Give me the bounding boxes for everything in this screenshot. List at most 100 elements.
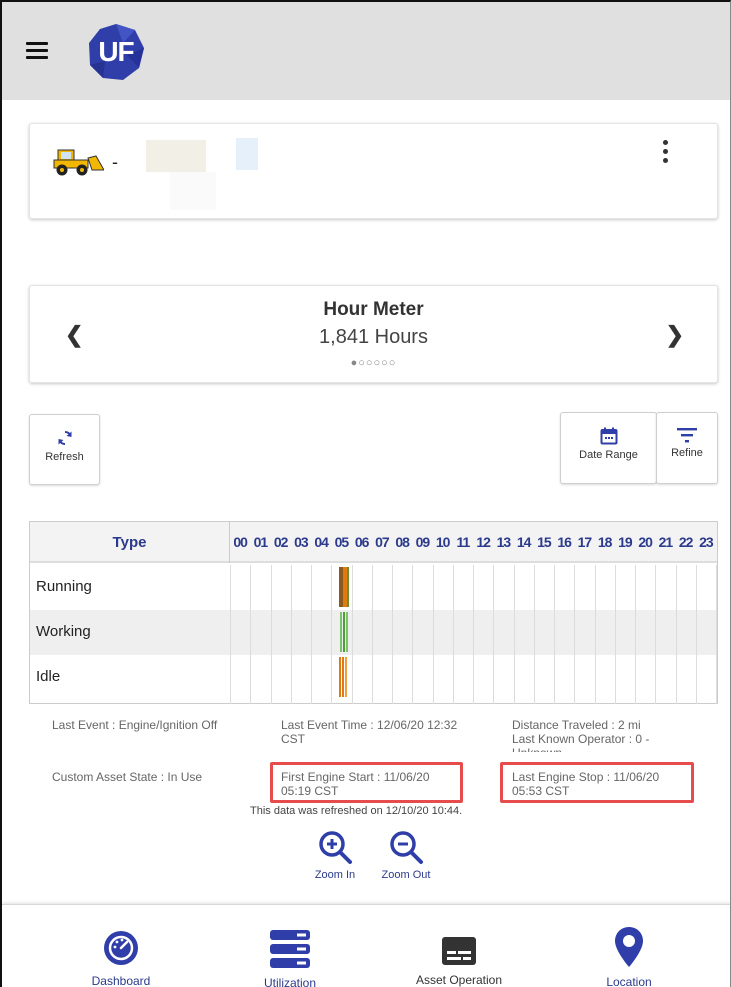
hour-header-14: 14: [516, 534, 532, 550]
hour-header-18: 18: [597, 534, 613, 550]
nav-dashboard[interactable]: Dashboard: [51, 905, 191, 987]
bottom-nav: Dashboard Utilization Asset Operation Lo…: [2, 904, 730, 987]
activity-bar-idle: [345, 657, 348, 697]
hour-header-16: 16: [557, 534, 572, 550]
grid-line: [473, 565, 474, 704]
grid-line: [695, 565, 697, 704]
kebab-menu-icon[interactable]: [663, 140, 669, 166]
nav-asset-operation[interactable]: Asset Operation: [389, 905, 529, 987]
carousel-dots[interactable]: ●○○○○○: [30, 357, 717, 369]
hamburger-icon[interactable]: [26, 42, 48, 59]
grid-line: [311, 565, 312, 704]
nav-location[interactable]: Location: [559, 905, 699, 987]
highlight-box-first-start: [270, 762, 463, 803]
grid-line: [331, 565, 333, 704]
top-bar: UF: [2, 2, 730, 100]
grid-line: [270, 565, 272, 704]
hour-header-20: 20: [638, 534, 653, 550]
redacted-asset-id: [236, 138, 258, 170]
hour-header-19: 19: [618, 534, 633, 550]
hour-header-10: 10: [435, 534, 451, 550]
zoom-out-icon: [390, 831, 423, 864]
grid-line: [614, 565, 616, 704]
hour-header-23: 23: [699, 534, 714, 550]
grid-line: [594, 565, 596, 704]
refresh-button[interactable]: Refresh: [29, 414, 100, 485]
grid-line: [250, 565, 252, 704]
grid-line: [371, 565, 373, 704]
last-operator-text: Last Known Operator : 0 - Unknown: [512, 732, 650, 752]
last-event-text: Last Event : Engine/Ignition Off: [52, 718, 218, 732]
grid-line: [533, 565, 535, 704]
hour-header-13: 13: [496, 534, 512, 550]
hour-header-00: 00: [233, 534, 248, 550]
date-range-button[interactable]: Date Range: [560, 412, 657, 484]
server-stack-icon: [270, 930, 310, 968]
grid-line: [655, 565, 657, 704]
table-header: Type 00 01 02 03 04 05 06 07 08 09 10 11 12 13 14 15 16 1…: [30, 522, 717, 563]
hour-meter-title: Hour Meter: [323, 299, 424, 320]
row-label: Working: [36, 623, 91, 640]
hour-header-12: 12: [476, 534, 491, 550]
grid-line: [351, 565, 353, 704]
nav-utilization-label: Utilization: [263, 976, 317, 987]
hour-header-09: 09: [415, 534, 431, 550]
nav-asset-operation-label: Asset Operation: [415, 973, 503, 987]
zoom-out-button[interactable]: Zoom Out: [373, 829, 439, 881]
subtitles-icon: [442, 937, 476, 965]
wheel-loader-icon: [50, 146, 105, 176]
refresh-label: Refresh: [45, 451, 84, 463]
asset-card: -: [29, 123, 718, 219]
hour-headers: 00 01 02 03 04 05 06 07 08 09 10 11 12 13 14 15 16 17 18 19…: [230, 522, 716, 563]
grid-line: [574, 565, 576, 704]
highlight-box-last-stop: [500, 762, 694, 803]
hour-header-01: 01: [253, 534, 269, 550]
asset-separator: -: [112, 152, 118, 172]
zoom-in-button[interactable]: Zoom In: [307, 829, 363, 881]
grid-line: [392, 565, 393, 704]
hour-meter-card: ❮ Hour Meter 1,841 Hours ●○○○○○ ❯: [29, 285, 718, 383]
activity-bar-working: [340, 612, 343, 652]
zoom-in-label: Zoom In: [314, 869, 356, 881]
redacted-asset-name: [146, 140, 206, 172]
logo-text: UF: [98, 36, 134, 67]
nav-dashboard-label: Dashboard: [91, 974, 151, 987]
nav-location-label: Location: [606, 975, 652, 987]
grid-line: [635, 565, 636, 704]
grid-line: [452, 565, 454, 704]
refine-label: Refine: [671, 447, 703, 459]
grid-line: [493, 565, 495, 704]
hour-header-02: 02: [273, 534, 289, 550]
hour-header-17: 17: [577, 534, 593, 550]
grid-line: [412, 565, 414, 704]
activity-bar-idle: [339, 657, 342, 697]
hour-header-08: 08: [395, 534, 410, 550]
map-pin-icon: [615, 927, 643, 967]
activity-bar-running: [347, 567, 350, 607]
filter-icon: [677, 428, 697, 443]
grid-line: [432, 565, 434, 704]
hour-header-22: 22: [678, 534, 694, 550]
chevron-right-icon[interactable]: ❯: [666, 322, 684, 348]
date-range-label: Date Range: [579, 449, 638, 461]
speedometer-icon: [104, 931, 138, 965]
nav-utilization[interactable]: Utilization: [220, 905, 360, 987]
refine-button[interactable]: Refine: [656, 412, 718, 484]
distance-traveled-text: Distance Traveled : 2 mi: [512, 718, 641, 732]
row-label: Idle: [36, 668, 61, 685]
grid-line: [230, 565, 231, 704]
activity-bar-working: [346, 612, 349, 652]
grid-line: [554, 565, 555, 704]
grid-line: [290, 565, 292, 704]
hour-header-05: 05: [334, 534, 350, 550]
redacted-asset-detail: [170, 172, 216, 210]
hour-header-11: 11: [456, 534, 470, 550]
refresh-icon: [58, 430, 71, 446]
uf-logo[interactable]: UF: [87, 23, 145, 81]
zoom-in-icon: [319, 831, 352, 864]
refreshed-timestamp: This data was refreshed on 12/10/20 10:4…: [250, 805, 463, 817]
hour-meter-value: 1,841 Hours: [319, 326, 428, 348]
utilization-timeline-table: Type 00 01 02 03 04 05 06 07 08 09 10 11 12 13 14 15 16 1…: [29, 521, 718, 704]
grid-line: [716, 565, 717, 704]
zoom-out-label: Zoom Out: [381, 869, 431, 881]
